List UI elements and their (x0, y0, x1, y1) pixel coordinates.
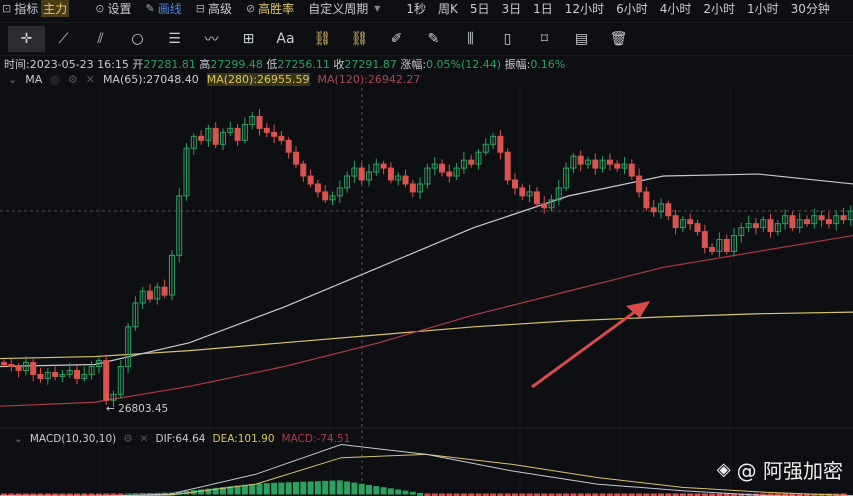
candle (504, 151, 511, 181)
candle (592, 159, 599, 169)
candle (818, 215, 825, 221)
macd-bar (249, 483, 256, 495)
candle (804, 219, 810, 225)
macd-bar (409, 491, 416, 495)
candle (147, 290, 153, 300)
candle (512, 179, 518, 189)
watermark: ◈ @ 阿强加密 (716, 459, 843, 483)
candle (687, 219, 694, 225)
candle (300, 163, 307, 177)
macd-bar (300, 481, 307, 495)
macd-bar (293, 482, 299, 495)
candle (541, 203, 548, 209)
macd-bar (329, 480, 336, 495)
candle (665, 203, 672, 217)
gear-icon[interactable]: ⚙ (123, 433, 132, 445)
close-icon[interactable]: ✕ (86, 73, 95, 86)
candle (606, 159, 613, 165)
candle (161, 286, 168, 296)
candle (285, 139, 292, 153)
macd-bar (373, 486, 380, 495)
candle (701, 231, 708, 248)
candle (256, 116, 263, 129)
collapse-icon[interactable]: ⌄ (14, 433, 23, 445)
candle (263, 127, 270, 133)
candle (409, 183, 416, 193)
macd-bar (387, 488, 394, 495)
macd-bar (402, 490, 409, 495)
close-icon[interactable]: ✕ (140, 433, 149, 445)
candle (439, 163, 445, 173)
candle (1, 362, 7, 366)
candle (636, 175, 643, 193)
macd-bar (351, 482, 358, 495)
candle (212, 127, 219, 145)
macd-bar (322, 480, 329, 495)
candle (752, 223, 759, 229)
candle (614, 163, 621, 169)
macd-bar (263, 483, 270, 495)
candle (358, 167, 365, 181)
eye-icon[interactable]: ◎ (50, 73, 60, 86)
candle (840, 215, 847, 221)
candle (446, 171, 453, 177)
macd-bar (234, 485, 241, 495)
macd-bar (380, 487, 387, 495)
candle (307, 175, 314, 185)
candle (650, 207, 657, 213)
macd-bar (417, 492, 424, 496)
candle (672, 215, 679, 229)
candle (198, 135, 205, 141)
candle (789, 215, 796, 229)
ma120-line (0, 234, 853, 407)
binance-logo-icon: ◈ (716, 459, 731, 480)
candle (577, 155, 584, 165)
candle (30, 362, 37, 375)
collapse-icon[interactable]: ⌄ (8, 73, 17, 86)
candle (278, 135, 285, 141)
candle (402, 175, 409, 185)
candle (643, 191, 650, 209)
candle (709, 246, 716, 252)
candle (767, 219, 774, 233)
candle (519, 187, 526, 197)
candle (74, 369, 80, 379)
macd-bar (271, 482, 278, 495)
candle (387, 167, 394, 181)
low-price-marker: ← 26803.45 (106, 403, 169, 415)
candle (533, 191, 540, 205)
macd-bar (307, 481, 314, 495)
macd-bar (395, 489, 402, 495)
macd-bar (358, 483, 365, 495)
candle (293, 151, 299, 165)
macd-bar (256, 483, 263, 495)
candle (723, 239, 730, 252)
gear-icon[interactable]: ⚙ (68, 73, 78, 86)
macd-bar (285, 482, 292, 495)
macd-bar (241, 484, 248, 495)
candle (234, 127, 241, 141)
candle (103, 360, 110, 401)
macd-legend: ⌄ MACD(10,30,10) ⚙ ✕ DIF:64.64 DEA:101.9… (14, 433, 351, 445)
candle (271, 131, 278, 137)
candle (628, 163, 635, 177)
candle (322, 191, 329, 201)
macd-bar (366, 484, 372, 495)
candle (468, 159, 475, 165)
candle (8, 364, 15, 368)
candle (825, 219, 832, 225)
macd-bar (278, 482, 285, 495)
candle (52, 371, 59, 377)
candle (380, 163, 387, 169)
candle (37, 373, 44, 379)
ma-legend: ⌄ MA ◎ ⚙ ✕ MA(65):27048.40 MA(280):26955… (8, 73, 421, 86)
candle (15, 366, 22, 371)
macd-bar (314, 481, 321, 495)
candle (497, 135, 504, 153)
macd-bar (336, 480, 343, 495)
macd-bar (344, 481, 351, 495)
candle (694, 223, 701, 233)
candle (314, 183, 321, 193)
